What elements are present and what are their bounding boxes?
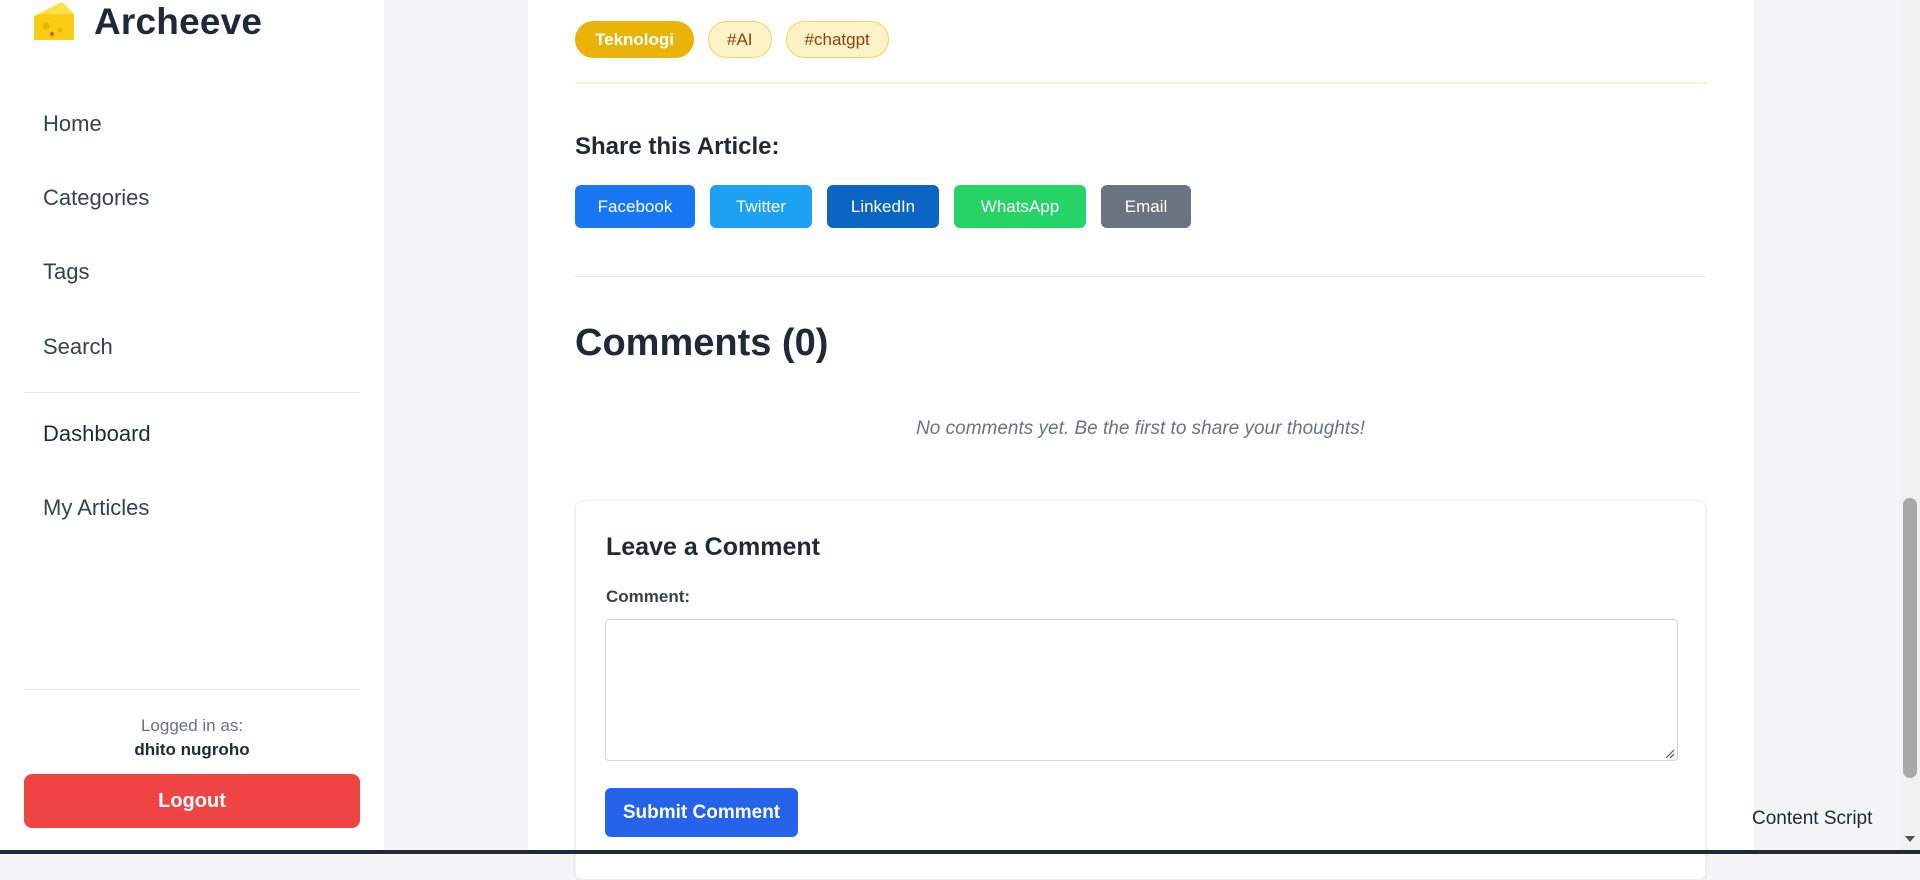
nav-divider	[24, 392, 360, 393]
tag-ai[interactable]: #AI	[708, 21, 772, 58]
share-email-button[interactable]: Email	[1101, 185, 1191, 228]
comment-textarea[interactable]	[605, 619, 1678, 761]
scrollbar-thumb[interactable]	[1903, 498, 1917, 778]
comment-form: Leave a Comment Comment: Submit Comment	[575, 500, 1706, 880]
share-facebook-button[interactable]: Facebook	[575, 185, 695, 228]
share-divider	[575, 276, 1706, 277]
sidebar-item-my-articles[interactable]: My Articles	[24, 478, 360, 538]
comment-form-title: Leave a Comment	[606, 533, 820, 561]
tag-chatgpt[interactable]: #chatgpt	[785, 21, 889, 58]
share-buttons: Facebook Twitter LinkedIn WhatsApp Email	[575, 185, 1191, 228]
comments-title: Comments (0)	[575, 322, 829, 364]
resize-grip-icon[interactable]	[1665, 749, 1675, 759]
share-twitter-button[interactable]: Twitter	[710, 185, 812, 228]
article-tags: Teknologi #AI #chatgpt	[575, 21, 889, 58]
no-comments-message: No comments yet. Be the first to share y…	[916, 418, 1365, 439]
footer-divider	[24, 689, 360, 690]
brand[interactable]: Archeeve	[32, 0, 262, 44]
tags-divider	[575, 82, 1706, 84]
logout-button[interactable]: Logout	[24, 774, 360, 828]
content-script-label: Content Script	[1752, 808, 1873, 829]
sidebar-item-categories[interactable]: Categories	[24, 168, 360, 228]
category-tag[interactable]: Teknologi	[575, 21, 695, 58]
sidebar-item-dashboard[interactable]: Dashboard	[24, 404, 360, 464]
share-linkedin-button[interactable]: LinkedIn	[827, 185, 939, 228]
window-bottom-border	[0, 850, 1920, 854]
sidebar-item-tags[interactable]: Tags	[24, 242, 360, 302]
logged-in-label: Logged in as:	[140, 716, 244, 735]
share-title: Share this Article:	[575, 133, 780, 160]
sidebar: Archeeve Home Categories Tags Search Das…	[0, 0, 384, 854]
article-card: Teknologi #AI #chatgpt Share this Articl…	[528, 0, 1754, 880]
submit-comment-button[interactable]: Submit Comment	[605, 788, 798, 837]
comment-label: Comment:	[606, 587, 691, 606]
sidebar-item-search[interactable]: Search	[24, 317, 360, 377]
sidebar-item-home[interactable]: Home	[24, 94, 360, 154]
cheese-icon	[34, 2, 74, 40]
brand-name: Archeeve	[94, 1, 263, 42]
scroll-down-arrow-icon[interactable]	[1903, 832, 1917, 846]
share-whatsapp-button[interactable]: WhatsApp	[954, 185, 1086, 228]
logged-in-user: dhito nugroho	[134, 740, 250, 759]
